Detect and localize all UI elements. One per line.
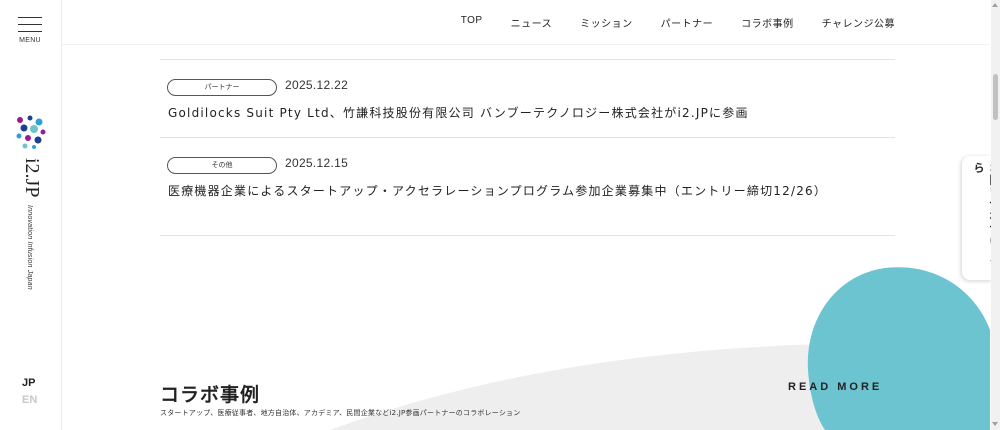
main-nav: TOP ニュース ミッション パートナー コラボ事例 チャレンジ公募: [461, 15, 895, 30]
news-item[interactable]: その他 2025.12.15 医療機器企業によるスタートアップ・アクセラレーショ…: [160, 138, 895, 236]
contact-tab-button[interactable]: お問い合わせはこちら: [962, 156, 1000, 280]
lang-en-link[interactable]: EN: [22, 394, 37, 406]
scroll-down-arrow-icon[interactable]: [992, 422, 998, 426]
scroll-up-arrow-icon[interactable]: [992, 3, 998, 7]
hamburger-icon-bar: [18, 31, 42, 32]
menu-label: MENU: [19, 37, 41, 44]
page-scrollbar[interactable]: [991, 0, 1000, 430]
nav-mission[interactable]: ミッション: [580, 15, 633, 30]
nav-challenge[interactable]: チャレンジ公募: [822, 15, 895, 30]
logo-dots-icon[interactable]: [14, 114, 48, 150]
teal-blob-shape: [807, 267, 990, 430]
hamburger-icon: [18, 17, 42, 18]
left-sidebar: MENU i2.JP Innovation Infusion Japan JP …: [0, 0, 62, 430]
nav-partner[interactable]: パートナー: [661, 15, 714, 30]
logo-text[interactable]: i2.JP: [21, 158, 43, 197]
lang-jp-link[interactable]: JP: [22, 377, 35, 389]
news-title-link[interactable]: 医療機器企業によるスタートアップ・アクセラレーションプログラム参加企業募集中（エ…: [168, 181, 848, 201]
news-tag: パートナー: [167, 79, 277, 96]
scroll-thumb[interactable]: [993, 74, 998, 120]
news-date: 2025.12.15: [285, 156, 349, 170]
collab-section-title: コラボ事例: [160, 384, 261, 406]
nav-collab[interactable]: コラボ事例: [741, 15, 794, 30]
news-item[interactable]: パートナー 2025.12.22 Goldilocks Suit Pty Ltd…: [160, 60, 895, 138]
collab-section-subtitle: スタートアップ、医療従事者、地方自治体、アカデミア、民間企業などi2.JP参画パ…: [160, 409, 521, 417]
logo-tagline: Innovation Infusion Japan: [26, 205, 33, 290]
nav-news[interactable]: ニュース: [511, 15, 553, 30]
news-tag: その他: [167, 157, 277, 174]
news-title-link[interactable]: Goldilocks Suit Pty Ltd、竹謙科技股份有限公司 バンブーテ…: [168, 103, 848, 123]
read-more-link[interactable]: READ MORE: [788, 381, 882, 393]
nav-top[interactable]: TOP: [461, 15, 483, 30]
header: TOP ニュース ミッション パートナー コラボ事例 チャレンジ公募: [62, 0, 990, 45]
news-date: 2025.12.22: [285, 78, 349, 92]
hamburger-icon-bar: [18, 24, 42, 25]
